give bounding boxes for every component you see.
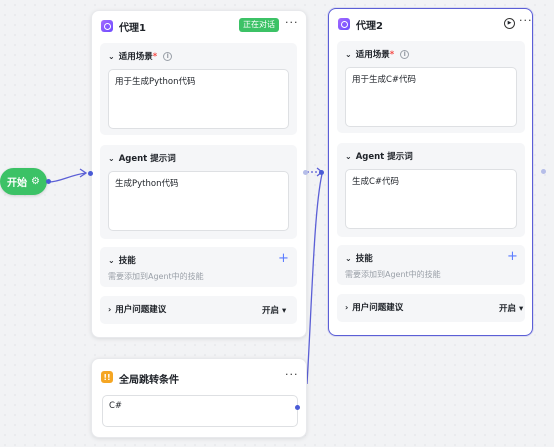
agent-icon: [338, 18, 350, 30]
scenario-section: ⌄ 适用场景* i 用于生成Python代码: [100, 43, 297, 135]
add-skill-button[interactable]: +: [507, 249, 518, 264]
skills-section: ⌄ 技能 + 需要添加到Agent中的技能: [337, 245, 525, 285]
condition-output-port[interactable]: [295, 405, 300, 410]
chevron-down-icon: ⌄: [345, 151, 352, 161]
play-icon[interactable]: ▶: [504, 18, 515, 29]
suggest-title: 用户问题建议: [352, 303, 404, 313]
suggest-header[interactable]: › 用户问题建议: [108, 303, 167, 316]
agent2-output-port[interactable]: [541, 169, 546, 174]
agent1-output-port[interactable]: [303, 170, 308, 175]
agent2-input-port[interactable]: [319, 170, 324, 175]
edge-start-to-agent1: [48, 172, 87, 183]
suggest-toggle[interactable]: 开启 ▾: [262, 304, 286, 316]
scenario-textarea[interactable]: 用于生成Python代码: [108, 69, 289, 129]
scenario-title: 适用场景: [118, 52, 153, 62]
more-icon[interactable]: ···: [519, 14, 533, 27]
edge-condition-to-agent2: [306, 173, 323, 385]
prompt-header[interactable]: ⌄ Agent 提示词: [345, 150, 413, 163]
scenario-textarea[interactable]: 用于生成C#代码: [345, 67, 517, 127]
prompt-title: Agent 提示词: [118, 154, 176, 164]
info-icon[interactable]: i: [400, 49, 410, 59]
agent-title: 代理2: [356, 21, 383, 32]
required-mark: *: [389, 50, 395, 60]
scenario-header[interactable]: ⌄ 适用场景* i: [345, 48, 410, 60]
prompt-textarea[interactable]: 生成C#代码: [345, 169, 517, 229]
skills-header[interactable]: ⌄ 技能: [108, 254, 136, 267]
info-icon[interactable]: i: [163, 51, 173, 61]
status-badge: 正在对话: [239, 18, 279, 32]
start-output-port[interactable]: [46, 179, 51, 184]
suggest-title: 用户问题建议: [115, 305, 167, 315]
skills-title: 技能: [118, 256, 136, 266]
agent-title: 代理1: [119, 23, 146, 34]
suggest-toggle[interactable]: 开启 ▾: [499, 302, 523, 314]
scenario-section: ⌄ 适用场景* i 用于生成C#代码: [337, 41, 525, 133]
agent-card-2[interactable]: 代理2 ▶ ··· ⌄ 适用场景* i 用于生成C#代码 ⌄ Agent 提示词…: [328, 8, 533, 336]
more-icon[interactable]: ···: [285, 368, 299, 381]
skills-title: 技能: [355, 254, 373, 264]
global-jump-title: 全局跳转条件: [119, 375, 179, 386]
prompt-section: ⌄ Agent 提示词 生成C#代码: [337, 143, 525, 237]
agent-icon: [101, 20, 113, 32]
suggest-header[interactable]: › 用户问题建议: [345, 301, 404, 314]
chevron-right-icon: ›: [345, 302, 349, 312]
add-skill-button[interactable]: +: [278, 251, 289, 266]
chevron-down-icon: ⌄: [108, 153, 115, 163]
start-node[interactable]: 开始 ⚙: [0, 168, 47, 195]
more-icon[interactable]: ···: [285, 16, 299, 29]
gear-icon[interactable]: ⚙: [31, 176, 40, 187]
chevron-right-icon: ›: [108, 304, 112, 314]
chevron-down-icon: ⌄: [345, 253, 352, 263]
start-label: 开始: [7, 178, 28, 189]
agent1-input-port[interactable]: [88, 171, 93, 176]
skills-section: ⌄ 技能 + 需要添加到Agent中的技能: [100, 247, 297, 287]
suggest-section: › 用户问题建议 开启 ▾: [337, 294, 525, 322]
prompt-title: Agent 提示词: [355, 152, 413, 162]
skills-header[interactable]: ⌄ 技能: [345, 252, 373, 265]
scenario-header[interactable]: ⌄ 适用场景* i: [108, 50, 173, 62]
suggest-section: › 用户问题建议 开启 ▾: [100, 296, 297, 324]
skills-hint: 需要添加到Agent中的技能: [345, 270, 441, 279]
prompt-textarea[interactable]: 生成Python代码: [108, 171, 289, 231]
global-jump-card[interactable]: !! 全局跳转条件 ··· C#: [91, 358, 307, 438]
required-mark: *: [152, 52, 158, 62]
chevron-down-icon: ⌄: [345, 49, 352, 59]
prompt-section: ⌄ Agent 提示词 生成Python代码: [100, 145, 297, 239]
chevron-down-icon: ⌄: [108, 51, 115, 61]
prompt-header[interactable]: ⌄ Agent 提示词: [108, 152, 176, 165]
skills-hint: 需要添加到Agent中的技能: [108, 272, 204, 281]
condition-input[interactable]: C#: [102, 395, 298, 427]
scenario-title: 适用场景: [355, 50, 390, 60]
condition-icon: !!: [101, 371, 113, 383]
chevron-down-icon: ⌄: [108, 255, 115, 265]
agent-card-1[interactable]: 代理1 正在对话 ··· ⌄ 适用场景* i 用于生成Python代码 ⌄ Ag…: [91, 10, 307, 338]
